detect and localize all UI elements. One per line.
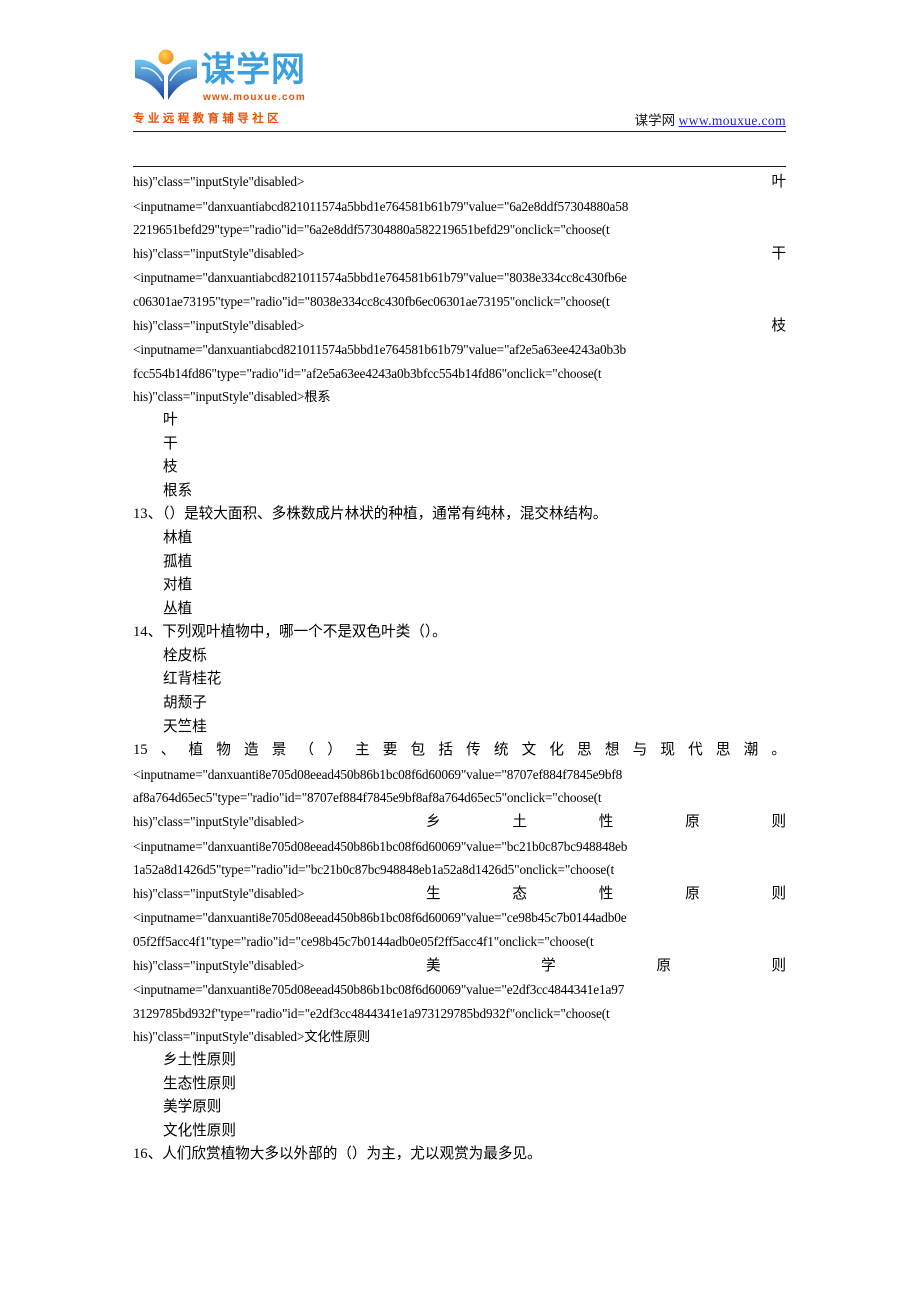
code-line: his)"class="inputStyle"disabled> 美学原则 [133, 954, 786, 979]
code-line: <inputname="danxuantiabcd821011574a5bbd1… [133, 342, 627, 358]
inline-option-label: 干 [771, 245, 787, 262]
code-line: his)"class="inputStyle"disabled> 叶 [133, 170, 786, 195]
option-item[interactable]: 文化性原则 [133, 1120, 786, 1144]
code-text: his)"class="inputStyle"disabled> [133, 174, 305, 189]
code-line: his)"class="inputStyle"disabled>根系 [133, 389, 331, 405]
code-line: his)"class="inputStyle"disabled> 乡土性原则 [133, 810, 786, 835]
code-line: <inputname="danxuantiabcd821011574a5bbd1… [133, 198, 629, 214]
header-divider-bottom [133, 166, 786, 167]
code-text: his)"class="inputStyle"disabled> [133, 957, 305, 973]
logo-wordmark: 谋学网 [201, 51, 306, 89]
option-item[interactable]: 红背桂花 [133, 668, 786, 692]
q12-option-list: 叶 干 枝 根系 [133, 409, 786, 503]
code-line: his)"class="inputStyle"disabled> 生态性原则 [133, 882, 786, 907]
code-text: his)"class="inputStyle"disabled> [133, 245, 305, 261]
option-item[interactable]: 乡土性原则 [133, 1049, 786, 1073]
question-15: 15、植物造景（）主要包括传统文化思想与现代思潮。 <inputname="da… [133, 739, 786, 1143]
page-header: 谋学网 www.mouxue.com 专业远程教育辅导社区 谋学网 www.mo… [133, 40, 786, 132]
inline-option-label: 枝 [771, 317, 787, 334]
document-content: his)"class="inputStyle"disabled> 叶 <inpu… [133, 170, 786, 1167]
header-site-name: 谋学网 [634, 113, 676, 128]
inline-option-label: 叶 [771, 174, 787, 190]
header-site-reference: 谋学网 www.mouxue.com [635, 112, 786, 130]
code-text: his)"class="inputStyle"disabled> [133, 814, 305, 830]
inline-option-label: 乡土性原则 [426, 814, 786, 831]
code-line: <inputname="danxuantiabcd821011574a5bbd1… [133, 270, 627, 286]
question-text: 16、人们欣赏植物大多以外部的（）为主，尤以观赏为最多见。 [133, 1146, 542, 1163]
code-line: <inputname="danxuanti8e705d08eead450b86b… [133, 982, 625, 998]
code-line: his)"class="inputStyle"disabled> 枝 [133, 314, 786, 339]
header-divider-top [133, 131, 786, 132]
logo-tagline: 专业远程教育辅导社区 [133, 113, 282, 125]
header-site-url-link[interactable]: www.mouxue.com [679, 113, 786, 128]
inline-option-label: 生态性原则 [426, 885, 786, 902]
code-text: his)"class="inputStyle"disabled> [133, 317, 305, 333]
code-line: 2219651befd29"type="radio"id="6a2e8ddf57… [133, 222, 610, 238]
option-item[interactable]: 美学原则 [133, 1096, 786, 1120]
logo-url: www.mouxue.com [203, 92, 306, 103]
option-item[interactable]: 孤植 [133, 551, 786, 575]
code-text: his)"class="inputStyle"disabled> [133, 885, 305, 901]
inline-option-label: 美学原则 [426, 957, 786, 974]
option-item[interactable]: 栓皮栎 [133, 645, 786, 669]
option-item[interactable]: 对植 [133, 574, 786, 598]
option-item[interactable]: 天竺桂 [133, 716, 786, 740]
option-item[interactable]: 根系 [133, 480, 786, 504]
code-line: fcc554b14fd86"type="radio"id="af2e5a63ee… [133, 365, 602, 381]
document-page: 谋学网 www.mouxue.com 专业远程教育辅导社区 谋学网 www.mo… [0, 0, 920, 1302]
code-line: <inputname="danxuanti8e705d08eead450b86b… [133, 910, 627, 926]
code-line: 1a52a8d1426d5"type="radio"id="bc21b0c87b… [133, 862, 615, 878]
question-14: 14、下列观叶植物中，哪一个不是双色叶类（）。 栓皮栎 红背桂花 胡颓子 天竺桂 [133, 621, 786, 739]
option-item[interactable]: 生态性原则 [133, 1073, 786, 1097]
code-line: his)"class="inputStyle"disabled> 干 [133, 242, 786, 267]
code-line: c06301ae73195"type="radio"id="8038e334cc… [133, 293, 610, 309]
code-line: <inputname="danxuanti8e705d08eead450b86b… [133, 838, 628, 854]
code-line: 3129785bd932f"type="radio"id="e2df3cc484… [133, 1005, 610, 1021]
question-13: 13、（）是较大面积、多株数成片林状的种植，通常有纯林，混交林结构。 林植 孤植… [133, 503, 786, 621]
option-item[interactable]: 叶 [133, 409, 786, 433]
question-text: 14、下列观叶植物中，哪一个不是双色叶类（）。 [133, 624, 447, 641]
question-text: 15、植物造景（）主要包括传统文化思想与现代思潮。 [133, 742, 786, 759]
code-line: 05f2ff5acc4f1"type="radio"id="ce98b45c7b… [133, 934, 594, 949]
option-item[interactable]: 胡颓子 [133, 692, 786, 716]
code-line: af8a764d65ec5"type="radio"id="8707ef884f… [133, 790, 602, 806]
option-item[interactable]: 干 [133, 433, 786, 457]
mouxue-logo-icon [133, 48, 199, 104]
option-item[interactable]: 枝 [133, 456, 786, 480]
question-16: 16、人们欣赏植物大多以外部的（）为主，尤以观赏为最多见。 [133, 1143, 786, 1167]
code-line: <inputname="danxuanti8e705d08eead450b86b… [133, 766, 623, 782]
site-logo: 谋学网 www.mouxue.com 专业远程教育辅导社区 [133, 48, 328, 130]
code-line: his)"class="inputStyle"disabled>文化性原则 [133, 1029, 370, 1045]
q12-code-block: his)"class="inputStyle"disabled> 叶 <inpu… [133, 170, 786, 409]
option-item[interactable]: 林植 [133, 527, 786, 551]
question-text: 13、（）是较大面积、多株数成片林状的种植，通常有纯林，混交林结构。 [133, 506, 608, 523]
option-item[interactable]: 丛植 [133, 598, 786, 622]
